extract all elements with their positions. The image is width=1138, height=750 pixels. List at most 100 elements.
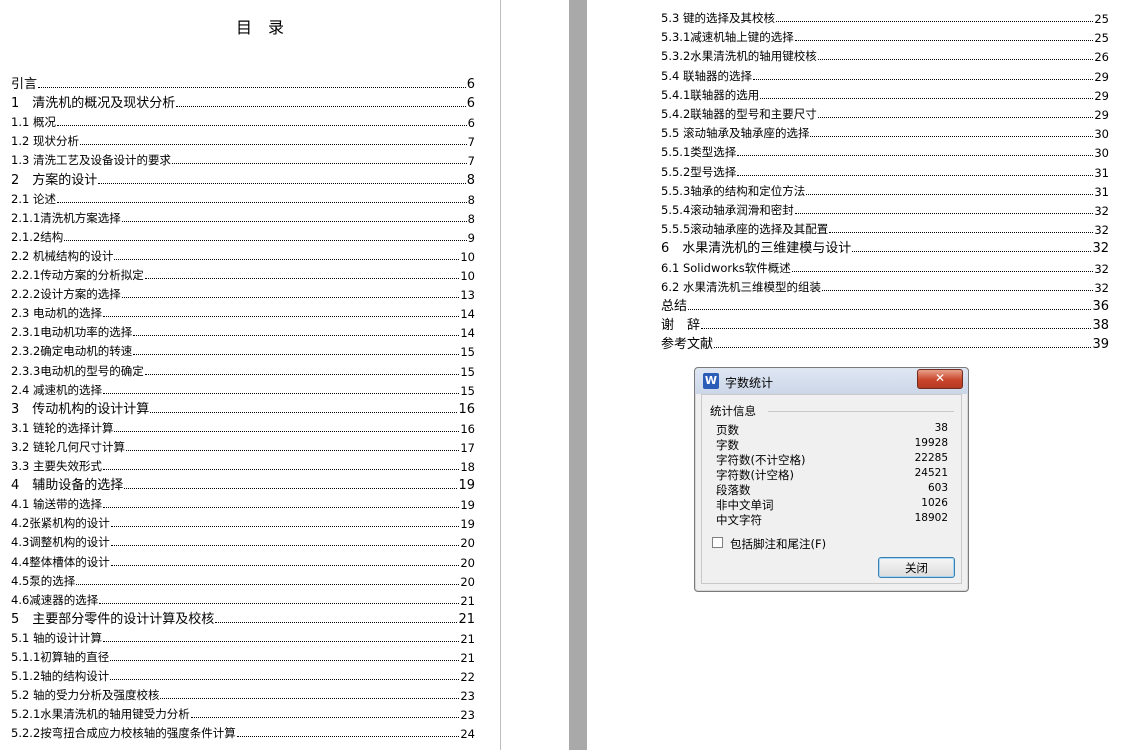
dot-leader <box>821 289 1094 291</box>
toc-entry: 6.2 水果清洗机三维模型的组装 32 <box>661 276 1109 295</box>
toc-entry-page: 13 <box>460 288 475 303</box>
toc-entry-page: 7 <box>467 154 475 169</box>
document-page-left: 目 录 引言 6 1 清洗机的概况及现状分析 6 1.1 概况 6 1.2 现状分析 7 1.3… <box>0 0 569 750</box>
toc-entry-page: 8 <box>466 172 475 188</box>
dot-leader <box>79 144 467 146</box>
dot-leader <box>102 469 460 470</box>
dot-leader <box>144 373 460 375</box>
toc-entry-title: 5.3.1减速机轴上键的选择 <box>661 30 794 45</box>
stat-value: 19928 <box>914 437 948 449</box>
include-footnotes-label[interactable]: 包括脚注和尾注(F) <box>730 536 826 552</box>
toc-entry: 5.5.1类型选择 30 <box>661 141 1109 160</box>
toc-entry-title: 参考文献 <box>661 337 714 353</box>
dot-leader <box>110 545 460 547</box>
dot-leader <box>215 621 458 623</box>
toc-entry-page: 25 <box>1094 12 1109 26</box>
dot-leader <box>125 449 460 451</box>
dot-leader <box>102 316 460 318</box>
toc-entry-page: 31 <box>1094 184 1109 199</box>
toc-entry: 5.1.2轴的结构设计 22 <box>11 665 475 684</box>
toc-entry: 2.2.2设计方案的选择 13 <box>11 283 475 302</box>
toc-entry-page: 14 <box>460 326 475 341</box>
stat-row: 非中文单词 1026 <box>716 497 948 512</box>
stat-row: 字符数(计空格) 24521 <box>716 467 948 482</box>
toc-entry-page: 21 <box>460 593 475 608</box>
toc-entry: 4.1 输送带的选择 19 <box>11 493 475 512</box>
toc-entry-title: 4.2张紧机构的设计 <box>11 516 110 531</box>
dot-leader <box>791 270 1094 272</box>
dot-leader <box>794 213 1094 214</box>
toc-entry: 5.2 轴的受力分析及强度校核 23 <box>11 684 475 703</box>
toc-entry-page: 10 <box>460 249 475 264</box>
toc-entry-title: 5.5.3轴承的结构和定位方法 <box>661 183 806 198</box>
toc-entry-title: 5.1.2轴的结构设计 <box>11 669 110 684</box>
toc-entry: 1 清洗机的概况及现状分析 6 <box>11 92 475 111</box>
toc-entry-page: 25 <box>1094 31 1109 46</box>
stat-row: 页数 38 <box>716 422 948 437</box>
dot-leader <box>852 251 1092 253</box>
dot-leader <box>114 430 460 432</box>
toc-entry-page: 31 <box>1094 165 1109 180</box>
toc-entry-title: 2.1.1清洗机方案选择 <box>11 210 121 225</box>
stat-row: 中文字符 18902 <box>716 512 948 527</box>
toc-entry: 2.1.1清洗机方案选择 8 <box>11 207 475 226</box>
toc-entry-title: 4.5泵的选择 <box>11 573 76 588</box>
toc-entry-title: 谢 辞 <box>661 318 701 334</box>
toc-entry-page: 32 <box>1092 241 1109 257</box>
toc-entry-page: 26 <box>1094 50 1109 65</box>
toc-entry-page: 32 <box>1094 280 1109 295</box>
dot-leader <box>737 155 1094 157</box>
dot-leader <box>76 583 460 585</box>
toc-title: 目 录 <box>235 18 284 37</box>
group-divider <box>768 411 954 412</box>
toc-entry-page: 9 <box>467 230 475 245</box>
toc-entry-page: 19 <box>458 478 475 494</box>
include-footnotes-checkbox[interactable] <box>712 537 723 548</box>
toc-entry: 6 水果清洗机的三维建模与设计 32 <box>661 237 1109 256</box>
dot-leader <box>701 328 1092 330</box>
close-button[interactable]: 关闭 <box>878 557 955 578</box>
toc-entry-page: 18 <box>460 460 475 474</box>
toc-entry: 5.5.4滚动轴承润滑和密封 32 <box>661 199 1109 218</box>
toc-entry: 谢 辞 38 <box>661 314 1109 333</box>
toc-entry: 6.1 Solidworks软件概述 32 <box>661 257 1109 276</box>
toc-entry: 2.3.1电动机功率的选择 14 <box>11 321 475 340</box>
wps-writer-icon: W <box>703 373 719 389</box>
dot-leader <box>737 174 1094 176</box>
close-icon[interactable]: ✕ <box>917 369 963 389</box>
toc-entry-title: 引言 <box>11 77 38 92</box>
stat-label: 字数 <box>716 438 739 452</box>
toc-entry-page: 6 <box>467 116 475 131</box>
toc-entry-title: 5.3 键的选择及其校核 <box>661 11 775 25</box>
dot-leader <box>144 278 460 279</box>
page-margin-guide <box>500 0 501 750</box>
toc-entry-page: 15 <box>460 383 475 398</box>
dot-leader <box>829 232 1094 234</box>
toc-entry-page: 29 <box>1094 88 1109 103</box>
dot-leader <box>110 526 460 528</box>
toc-entry-page: 8 <box>467 211 475 226</box>
stat-row: 字符数(不计空格) 22285 <box>716 452 948 467</box>
toc-entry: 2.1 论述 8 <box>11 188 475 207</box>
dot-leader <box>688 309 1092 310</box>
toc-entry-title: 5.5.1类型选择 <box>661 145 737 160</box>
toc-entry-title: 6.1 Solidworks软件概述 <box>661 260 791 275</box>
toc-entry: 5.4.1联轴器的选用 29 <box>661 84 1109 103</box>
dot-leader <box>133 354 460 356</box>
dot-leader <box>124 488 458 490</box>
toc-entry: 4.6减速器的选择 21 <box>11 589 475 608</box>
toc-entry-page: 14 <box>460 307 475 322</box>
toc-entry-title: 1.2 现状分析 <box>11 134 79 149</box>
toc-entry: 引言 6 <box>11 73 475 92</box>
toc-entry: 参考文献 39 <box>661 333 1109 352</box>
toc-entry: 3.1 链轮的选择计算 16 <box>11 417 475 436</box>
dot-leader <box>171 163 467 165</box>
toc-entry-title: 5.2 轴的受力分析及强度校核 <box>11 688 160 703</box>
dialog-titlebar[interactable]: W 字数统计 ✕ <box>695 368 968 394</box>
toc-entry: 2.4 减速机的选择 15 <box>11 379 475 398</box>
dot-leader <box>775 21 1094 22</box>
toc-entry-page: 29 <box>1094 69 1109 84</box>
toc-entry-page: 30 <box>1094 127 1109 142</box>
stat-row: 段落数 603 <box>716 482 948 497</box>
stat-label: 字符数(计空格) <box>716 468 794 482</box>
